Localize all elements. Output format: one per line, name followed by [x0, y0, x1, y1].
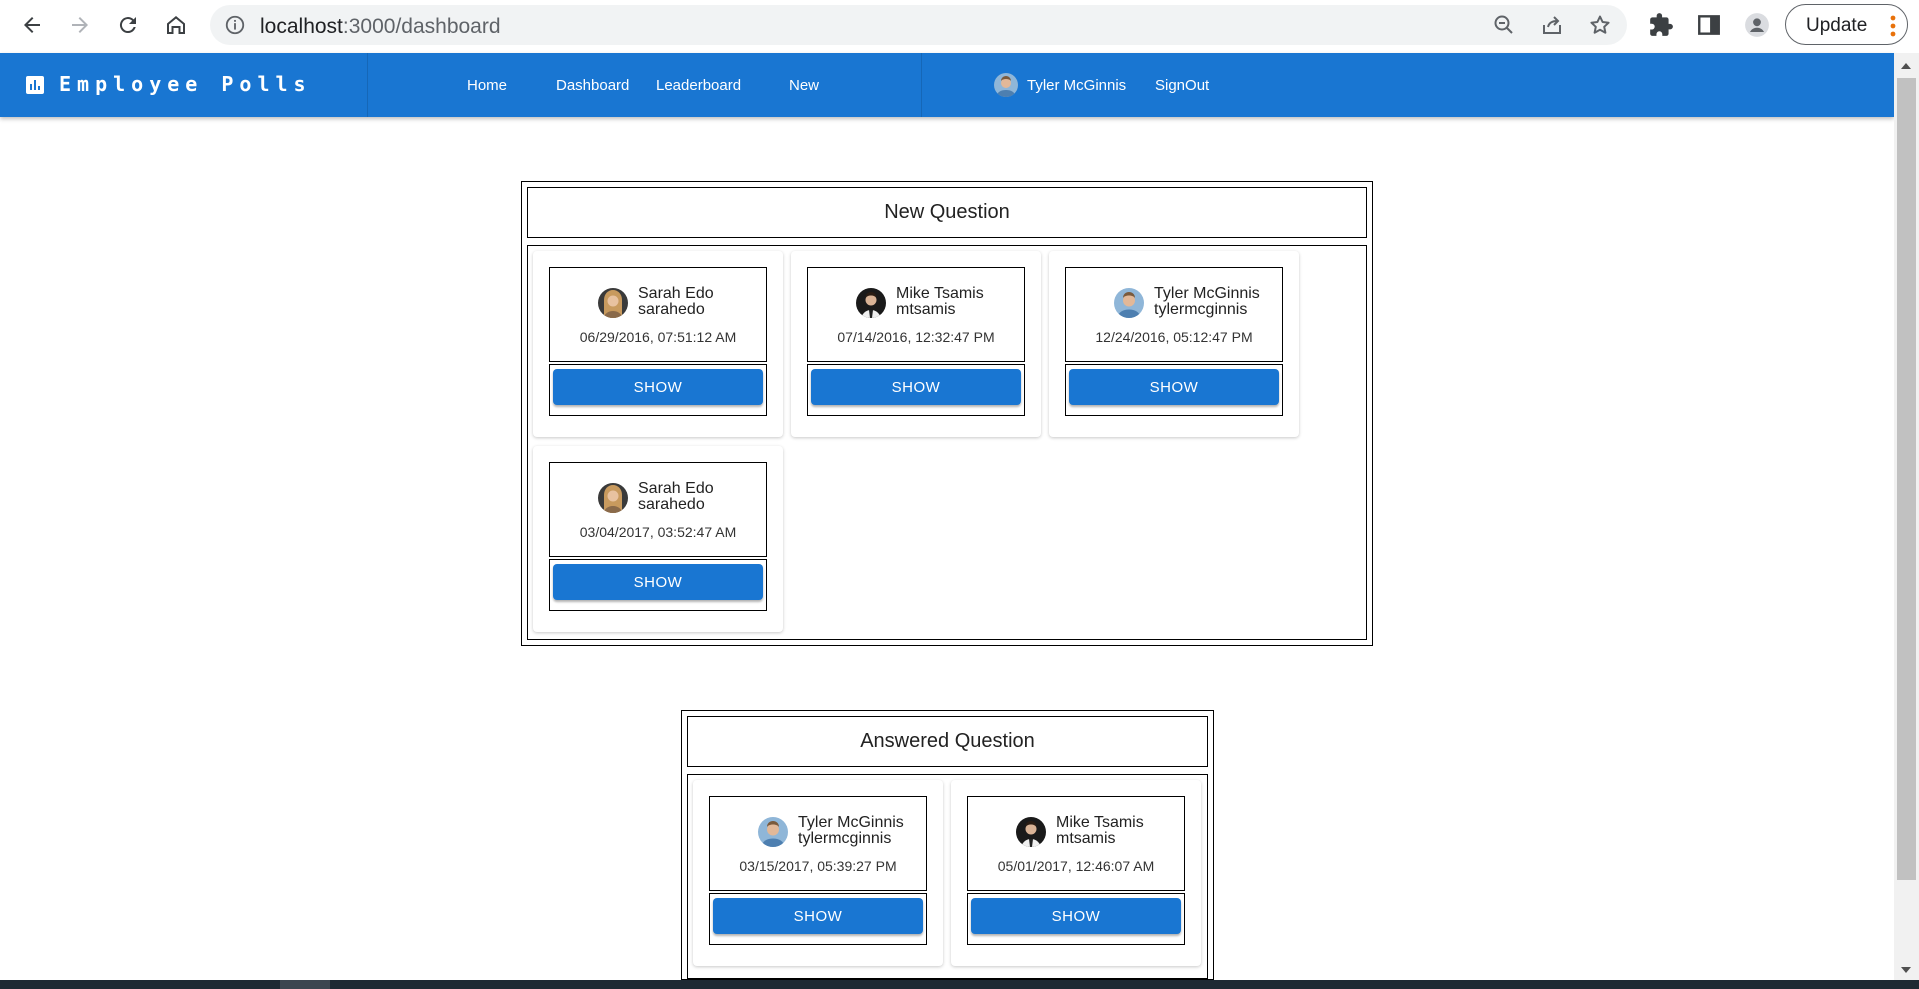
show-button[interactable]: SHOW [553, 369, 763, 405]
card-info: Sarah Edo sarahedo 06/29/2016, 07:51:12 … [549, 267, 767, 362]
question-timestamp: 07/14/2016, 12:32:47 PM [837, 329, 995, 345]
url-text: localhost:3000/dashboard [260, 15, 501, 38]
author-avatar [856, 288, 886, 318]
question-card: Mike Tsamis mtsamis 07/14/2016, 12:32:47… [791, 251, 1041, 437]
author-username: tylermcginnis [1154, 301, 1248, 318]
question-timestamp: 05/01/2017, 12:46:07 AM [997, 858, 1155, 874]
author-username: mtsamis [1056, 830, 1116, 847]
user-name: Tyler McGinnis [1027, 77, 1127, 94]
question-card: Sarah Edo sarahedo 06/29/2016, 07:51:12 … [533, 251, 783, 437]
question-card: Tyler McGinnis tylermcginnis 12/24/2016,… [1049, 251, 1299, 437]
card-info: Mike Tsamis mtsamis 05/01/2017, 12:46:07… [967, 796, 1185, 891]
avatar-tyler-icon [1114, 288, 1144, 318]
show-button[interactable]: SHOW [713, 898, 923, 934]
section-title: New Question [527, 187, 1367, 238]
show-button[interactable]: SHOW [971, 898, 1181, 934]
show-button[interactable]: SHOW [553, 564, 763, 600]
os-taskbar [0, 980, 1919, 989]
answered-questions-section: Answered Question Tyler McGinnis tylermc… [681, 710, 1214, 980]
card-actions: SHOW [549, 559, 767, 611]
new-questions-section: New Question Sarah Edo sarahedo 06/29/20… [521, 181, 1373, 646]
author-name: Tyler McGinnis [1154, 285, 1260, 302]
side-panel-icon[interactable] [1696, 12, 1722, 38]
author-name: Sarah Edo [638, 285, 714, 302]
nav-dashboard[interactable]: Dashboard [556, 77, 629, 94]
avatar-tyler-icon [994, 73, 1018, 97]
nav-new[interactable]: New [789, 77, 819, 94]
card-actions: SHOW [549, 364, 767, 416]
show-button[interactable]: SHOW [1069, 369, 1279, 405]
address-bar[interactable]: localhost:3000/dashboard [210, 5, 1627, 45]
update-button[interactable]: Update [1785, 4, 1908, 45]
nav-leaderboard[interactable]: Leaderboard [656, 77, 741, 94]
author-avatar [1114, 288, 1144, 318]
question-list: Sarah Edo sarahedo 06/29/2016, 07:51:12 … [527, 245, 1367, 640]
card-info: Tyler McGinnis tylermcginnis 03/15/2017,… [709, 796, 927, 891]
scroll-up-icon[interactable] [1900, 62, 1912, 70]
nav-signout[interactable]: SignOut [1155, 77, 1209, 94]
author-avatar [758, 817, 788, 847]
more-vert-icon [1890, 15, 1896, 37]
card-info: Tyler McGinnis tylermcginnis 12/24/2016,… [1065, 267, 1283, 362]
profile-icon[interactable] [1744, 12, 1770, 38]
author-name: Mike Tsamis [896, 285, 984, 302]
author-username: mtsamis [896, 301, 956, 318]
back-button[interactable] [15, 8, 49, 42]
question-timestamp: 03/04/2017, 03:52:47 AM [579, 524, 737, 540]
author-username: sarahedo [638, 301, 705, 318]
share-icon[interactable] [1540, 13, 1564, 37]
taskbar-item [280, 980, 330, 989]
scrollbar-thumb[interactable] [1897, 78, 1916, 880]
author-name: Mike Tsamis [1056, 814, 1144, 831]
arrow-left-icon [24, 17, 40, 33]
author-name: Tyler McGinnis [798, 814, 904, 831]
card-actions: SHOW [807, 364, 1025, 416]
poll-icon [26, 76, 44, 94]
avatar-mike-icon [856, 288, 886, 318]
author-avatar [1016, 817, 1046, 847]
brand-title: Employee Polls [59, 72, 312, 96]
appbar-divider [921, 53, 922, 117]
user-avatar [994, 73, 1018, 97]
star-icon[interactable] [1588, 13, 1612, 37]
browser-toolbar: localhost:3000/dashboard Update [0, 0, 1919, 53]
arrow-right-icon [72, 17, 88, 33]
forward-button[interactable] [63, 8, 97, 42]
question-timestamp: 03/15/2017, 05:39:27 PM [739, 858, 897, 874]
extensions-icon[interactable] [1648, 12, 1674, 38]
question-timestamp: 06/29/2016, 07:51:12 AM [579, 329, 737, 345]
avatar-tyler-icon [758, 817, 788, 847]
home-icon [167, 16, 185, 34]
nav-home[interactable]: Home [467, 77, 507, 94]
info-icon[interactable] [224, 14, 246, 36]
show-button[interactable]: SHOW [811, 369, 1021, 405]
avatar-sarah-icon [598, 288, 628, 318]
section-title: Answered Question [687, 716, 1208, 767]
author-username: sarahedo [638, 496, 705, 513]
zoom-out-icon[interactable] [1492, 13, 1516, 37]
card-actions: SHOW [709, 893, 927, 945]
update-label: Update [1806, 15, 1868, 36]
question-list: Tyler McGinnis tylermcginnis 03/15/2017,… [687, 774, 1208, 979]
author-avatar [598, 483, 628, 513]
author-avatar [598, 288, 628, 318]
question-timestamp: 12/24/2016, 05:12:47 PM [1095, 329, 1253, 345]
app-bar: Employee Polls Home Dashboard Leaderboar… [0, 53, 1894, 117]
question-card: Mike Tsamis mtsamis 05/01/2017, 12:46:07… [951, 780, 1201, 966]
avatar-sarah-icon [598, 483, 628, 513]
author-username: tylermcginnis [798, 830, 892, 847]
question-card: Tyler McGinnis tylermcginnis 03/15/2017,… [693, 780, 943, 966]
card-info: Mike Tsamis mtsamis 07/14/2016, 12:32:47… [807, 267, 1025, 362]
reload-button[interactable] [111, 8, 145, 42]
scroll-down-icon[interactable] [1900, 966, 1912, 974]
home-button[interactable] [159, 8, 193, 42]
card-info: Sarah Edo sarahedo 03/04/2017, 03:52:47 … [549, 462, 767, 557]
card-actions: SHOW [1065, 364, 1283, 416]
card-actions: SHOW [967, 893, 1185, 945]
author-name: Sarah Edo [638, 480, 714, 497]
avatar-mike-icon [1016, 817, 1046, 847]
appbar-divider [367, 53, 368, 117]
reload-icon [119, 17, 136, 34]
question-card: Sarah Edo sarahedo 03/04/2017, 03:52:47 … [533, 446, 783, 632]
